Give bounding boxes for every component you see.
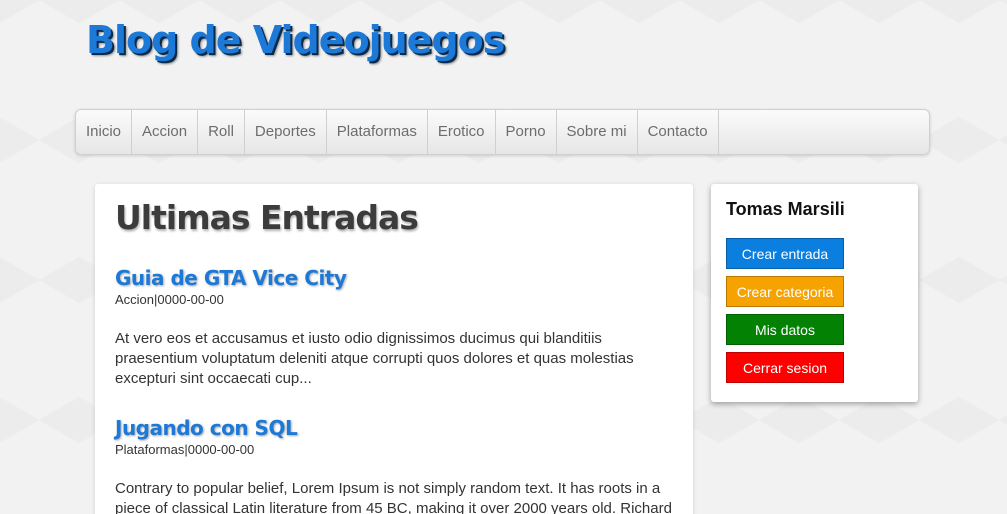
post-item: Guia de GTA Vice City Accion|0000-00-00 … [115,266,675,389]
post-meta: Plataformas|0000-00-00 [115,442,255,457]
post-title-link[interactable]: Jugando con SQL [115,416,675,440]
post-meta: Accion|0000-00-00 [115,292,224,307]
nav-item-accion[interactable]: Accion [132,110,199,154]
site-title: Blog de Videojuegos [86,18,505,62]
post-item: Jugando con SQL Plataformas|0000-00-00 C… [115,416,675,514]
post-title-link[interactable]: Guia de GTA Vice City [115,266,675,290]
logout-button[interactable]: Cerrar sesion [726,352,844,383]
user-name: Tomas Marsili [726,199,845,219]
nav-item-sobre-mi[interactable]: Sobre mi [557,110,638,154]
create-category-button[interactable]: Crear categoria [726,276,844,307]
nav-item-porno[interactable]: Porno [496,110,557,154]
nav-item-contacto[interactable]: Contacto [638,110,719,154]
main-nav: Inicio Accion Roll Deportes Plataformas … [75,109,930,155]
nav-item-inicio[interactable]: Inicio [76,110,133,154]
nav-item-plataformas[interactable]: Plataformas [327,110,428,154]
create-post-button[interactable]: Crear entrada [726,238,844,269]
user-sidebar: Tomas Marsili Crear entrada Crear catego… [711,184,918,402]
nav-item-erotico[interactable]: Erotico [428,110,496,154]
post-excerpt: Contrary to popular belief, Lorem Ipsum … [115,480,672,514]
main-content: Ultimas Entradas Guia de GTA Vice City A… [95,184,693,514]
nav-item-roll[interactable]: Roll [198,110,245,154]
nav-item-deportes[interactable]: Deportes [245,110,327,154]
my-data-button[interactable]: Mis datos [726,314,844,345]
post-excerpt: At vero eos et accusamus et iusto odio d… [115,330,634,387]
page-heading: Ultimas Entradas [115,198,419,237]
